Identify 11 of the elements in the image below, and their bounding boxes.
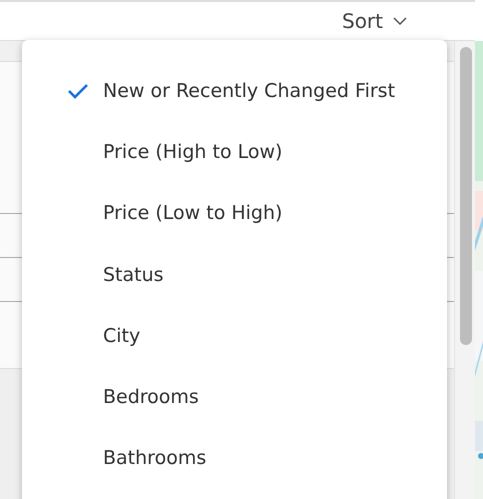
sort-button[interactable]: Sort <box>342 5 407 37</box>
sort-option[interactable]: New or Recently Changed First <box>22 60 447 122</box>
sort-option[interactable]: Status <box>22 244 447 306</box>
sort-option[interactable]: Bedrooms <box>22 366 447 428</box>
sort-option[interactable]: Price (High to Low) <box>22 121 447 183</box>
chevron-down-icon <box>393 17 407 25</box>
checkmark-icon <box>67 82 89 99</box>
scrollbar[interactable] <box>454 41 476 499</box>
sort-option[interactable]: Price (Low to High) <box>22 182 447 244</box>
sort-option[interactable]: Bathrooms <box>22 428 447 490</box>
sort-option[interactable]: City <box>22 305 447 366</box>
